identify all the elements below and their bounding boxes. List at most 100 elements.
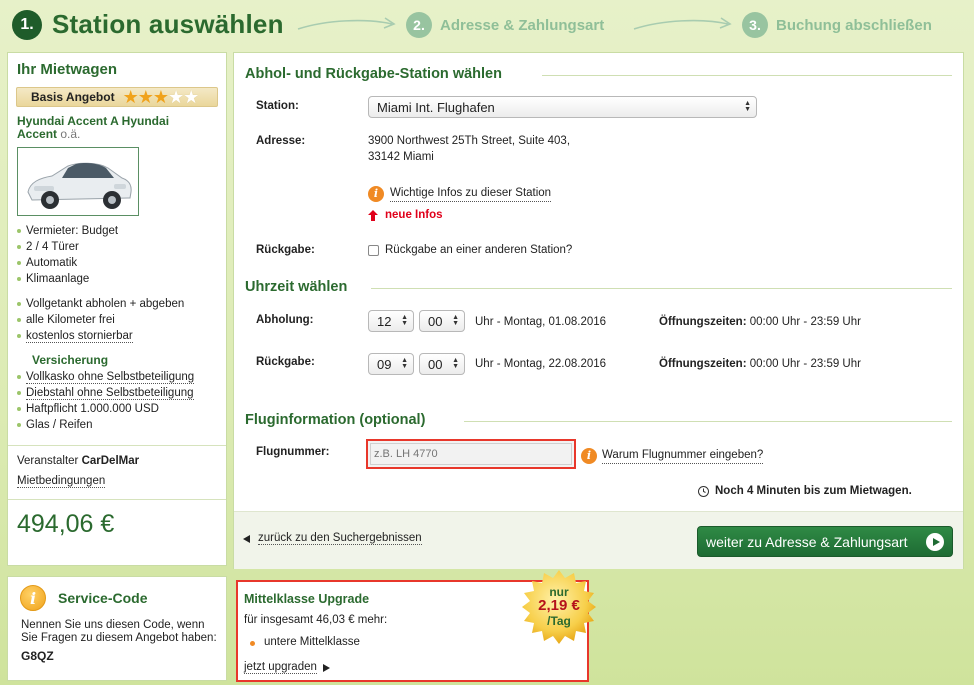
upgrade-now-link[interactable]: jetzt upgraden	[244, 661, 317, 674]
return-label: Rückgabe:	[256, 244, 315, 256]
star-empty-icon: ★	[183, 87, 199, 107]
step-1: 1. Station auswählen	[12, 9, 284, 40]
return-time-label: Rückgabe:	[256, 356, 315, 368]
star-filled-icon: ★	[122, 87, 139, 107]
step-arrow-2-icon	[633, 17, 732, 30]
star-empty-icon: ★	[168, 87, 184, 107]
offer-badge: Basis Angebot ★★★★★	[16, 87, 218, 107]
chevron-right-icon	[322, 663, 330, 672]
star-filled-icon: ★	[152, 87, 169, 107]
continue-button[interactable]: weiter zu Adresse & Zahlungsart	[697, 526, 953, 557]
return-other-station-label: Rückgabe an einer anderen Station?	[385, 244, 573, 256]
progress-steps: 1. Station auswählen 2. Adresse & Zahlun…	[0, 0, 974, 50]
time-remaining-text: Noch 4 Minuten bis zum Mietwagen.	[715, 485, 912, 497]
car-features-list: Vermieter: Budget 2 / 4 Türer Automatik …	[17, 223, 226, 287]
back-to-results-link[interactable]: zurück zu den Suchergebnissen	[258, 532, 422, 545]
pickup-hour-select[interactable]: 12 ▲ ▼	[368, 310, 414, 332]
form-footer: zurück zu den Suchergebnissen weiter zu …	[234, 511, 963, 569]
total-price: 494,06 €	[17, 510, 115, 538]
divider	[371, 288, 952, 289]
info-icon: i	[581, 447, 597, 464]
clock-icon	[698, 485, 709, 497]
rating-stars: ★★★★★	[122, 87, 200, 107]
return-opening-hours: Öffnungszeiten: 00:00 Uhr - 23:59 Uhr	[659, 356, 861, 372]
flight-number-label: Flugnummer:	[256, 446, 330, 458]
select-arrows-icon: ▲ ▼	[744, 100, 751, 113]
station-info-row: i Wichtige Infos zu dieser Station	[368, 185, 552, 202]
station-select-value: Miami Int. Flughafen	[377, 99, 495, 115]
flight-section-title: Fluginformation (optional)	[245, 412, 426, 428]
return-minute-value: 00	[428, 356, 443, 372]
divider	[8, 445, 226, 446]
new-info-label: neue Infos	[385, 209, 443, 221]
rental-terms-link[interactable]: Mietbedingungen	[17, 475, 106, 488]
flight-info-row: i Warum Flugnummer eingeben?	[581, 447, 764, 464]
station-address: 3900 Northwest 25Th Street, Suite 403, 3…	[368, 133, 570, 165]
return-date: Uhr - Montag, 22.08.2016	[475, 358, 607, 370]
station-label: Station:	[256, 100, 299, 112]
divider	[8, 499, 226, 500]
select-arrows-icon: ▲ ▼	[401, 314, 408, 327]
vendor-name: CarDelMar	[81, 455, 140, 467]
list-item: Vollkasko ohne Selbstbeteiligung	[17, 369, 226, 385]
service-code-header: i Service-Code	[20, 585, 226, 611]
service-code-title: Service-Code	[58, 590, 148, 606]
insurance-theft-link[interactable]: Diebstahl ohne Selbstbeteiligung	[26, 387, 194, 400]
pickup-label: Abholung:	[256, 314, 314, 326]
upgrade-text: für insgesamt 46,03 € mehr:	[244, 614, 388, 626]
booking-form-card: Abhol- und Rückgabe-Station wählen Stati…	[233, 52, 964, 569]
opening-hours-value: 00:00 Uhr - 23:59 Uhr	[749, 316, 861, 328]
car-similar: o.ä.	[60, 127, 81, 141]
upgrade-title: Mittelklasse Upgrade	[244, 592, 370, 606]
upgrade-class: untere Mittelklasse	[250, 636, 360, 648]
select-arrows-icon: ▲ ▼	[401, 357, 408, 370]
return-other-station-checkbox[interactable]	[368, 245, 379, 256]
station-select[interactable]: Miami Int. Flughafen ▲ ▼	[368, 96, 757, 118]
address-line: 33142 Miami	[368, 151, 434, 163]
why-flight-number-link[interactable]: Warum Flugnummer eingeben?	[602, 447, 764, 464]
list-item: Klimaanlage	[17, 271, 226, 287]
step-2: 2. Adresse & Zahlungsart	[406, 12, 604, 38]
car-picture-icon	[27, 162, 132, 209]
list-item: Haftpflicht 1.000.000 USD	[17, 401, 226, 417]
station-info-link[interactable]: Wichtige Infos zu dieser Station	[390, 185, 552, 202]
insurance-title: Versicherung	[32, 353, 109, 367]
list-item: Vermieter: Budget	[17, 223, 226, 239]
pickup-minute-value: 00	[428, 313, 443, 329]
new-info-notice: neue Infos	[368, 209, 443, 221]
return-minute-select[interactable]: 00 ▲ ▼	[419, 353, 465, 375]
seal-price: 2,19 €	[538, 597, 580, 614]
select-arrows-icon: ▲ ▼	[452, 314, 459, 327]
service-code-text: Nennen Sie uns diesen Code, wenn Sie Fra…	[21, 619, 217, 644]
list-item: Automatik	[17, 255, 226, 271]
seal-text: nur 2,19 € /Tag	[520, 568, 598, 646]
time-section-title: Uhrzeit wählen	[245, 279, 348, 295]
step-1-title: Station auswählen	[52, 9, 284, 39]
car-image	[17, 147, 139, 216]
info-icon: i	[20, 585, 46, 611]
chevron-left-icon	[243, 534, 250, 543]
play-circle-icon	[926, 533, 944, 551]
flight-number-input[interactable]	[370, 443, 572, 465]
car-name: Hyundai Accent A Hyundai Accent o.ä.	[17, 115, 207, 141]
step-arrow-1-icon	[297, 17, 396, 30]
return-hour-select[interactable]: 09 ▲ ▼	[368, 353, 414, 375]
free-cancellation-link[interactable]: kostenlos stornierbar	[26, 330, 133, 343]
opening-hours-label: Öffnungszeiten:	[659, 316, 747, 328]
step-3: 3. Buchung abschließen	[742, 12, 932, 38]
address-line: 3900 Northwest 25Th Street, Suite 403,	[368, 135, 571, 147]
list-item: Glas / Reifen	[17, 417, 226, 433]
car-model: Hyundai Accent A Hyundai Accent	[17, 114, 170, 141]
back-to-results: zurück zu den Suchergebnissen	[243, 532, 422, 545]
list-item: Vollgetankt abholen + abgeben	[17, 296, 226, 312]
pickup-hour-value: 12	[377, 313, 392, 329]
vendor-info: Veranstalter CarDelMar	[17, 455, 226, 467]
insurance-collision-link[interactable]: Vollkasko ohne Selbstbeteiligung	[26, 371, 195, 384]
pickup-opening-hours: Öffnungszeiten: 00:00 Uhr - 23:59 Uhr	[659, 314, 861, 330]
pickup-minute-select[interactable]: 00 ▲ ▼	[419, 310, 465, 332]
star-filled-icon: ★	[137, 87, 154, 107]
step-3-number: 3.	[742, 12, 768, 38]
station-section-title: Abhol- und Rückgabe-Station wählen	[245, 66, 502, 82]
step-3-title: Buchung abschließen	[776, 16, 932, 34]
car-conditions-list: Vollgetankt abholen + abgeben alle Kilom…	[17, 296, 226, 344]
